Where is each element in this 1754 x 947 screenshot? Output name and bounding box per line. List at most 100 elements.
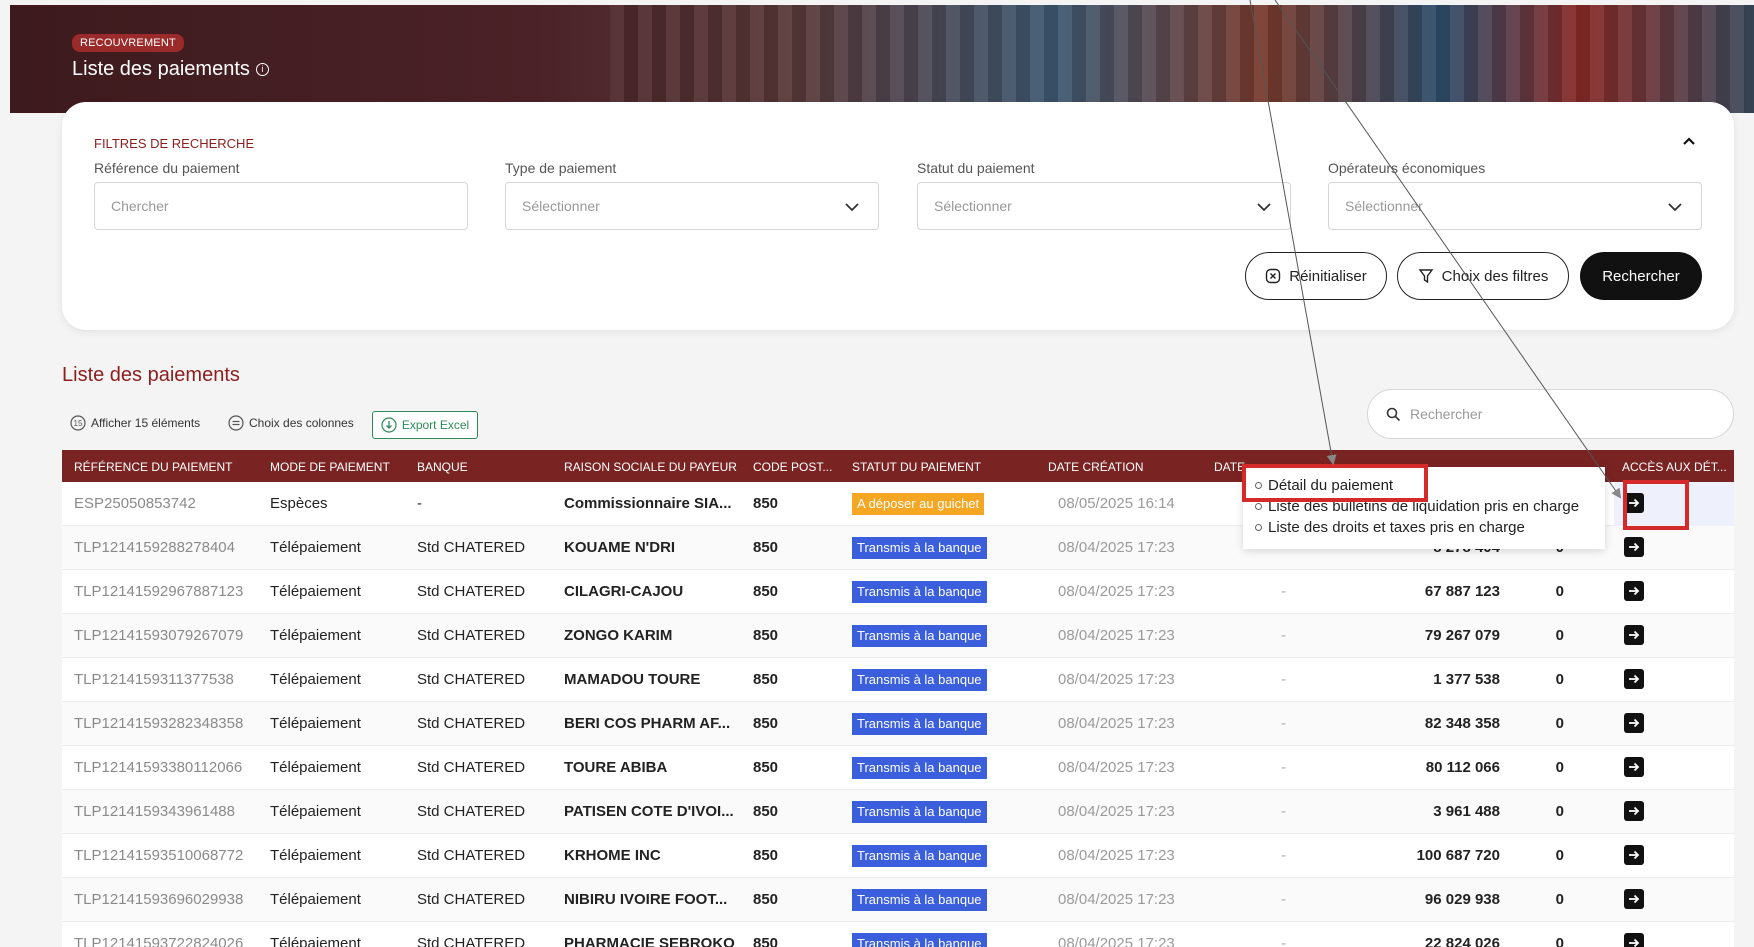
payment-reference: TLP12141593380112066: [74, 759, 243, 776]
payment-mode: Télépaiement: [270, 803, 361, 820]
column-header-payer[interactable]: RAISON SOCIALE DU PAYEUR: [564, 460, 737, 474]
column-header-mode[interactable]: MODE DE PAIEMENT: [270, 460, 390, 474]
open-details-button[interactable]: [1624, 537, 1644, 557]
payment-reference: TLP1214159343961488: [74, 803, 235, 820]
table-row[interactable]: TLP1214159343961488 Télépaiement Std CHATE…: [62, 790, 1734, 834]
payer-name: PHARMACIE SEBROKO: [564, 935, 735, 947]
table-body: ESP25050853742 Espèces - Commissionnaire SI…: [62, 482, 1734, 947]
payer-name: Commissionnaire SIA...: [564, 495, 732, 512]
amount: 96 029 938: [1424, 891, 1500, 908]
choose-columns-control[interactable]: Choix des colonnes: [228, 415, 354, 431]
show-items-label: Afficher 15 éléments: [91, 416, 201, 430]
column-header-bank[interactable]: BANQUE: [417, 460, 468, 474]
creation-date: 08/04/2025 17:23: [1058, 715, 1175, 732]
bullet-icon: [1255, 524, 1262, 531]
column-header-details-access[interactable]: ACCÈS AUX DÉT...: [1622, 460, 1727, 474]
table-row[interactable]: TLP1214159311377538 Télépaiement Std CHATE…: [62, 658, 1734, 702]
table-row[interactable]: TLP12141592967887123 Télépaiement Std CHAT…: [62, 570, 1734, 614]
amount: 80 112 066: [1425, 759, 1500, 776]
payment-reference: TLP1214159288278404: [74, 539, 235, 556]
search-icon: [1386, 407, 1401, 422]
table-row[interactable]: TLP12141593079267079 Télépaiement Std CHAT…: [62, 614, 1734, 658]
table-row[interactable]: TLP12141593722824026 Télépaiement Std CHAT…: [62, 922, 1734, 947]
column-header-status[interactable]: STATUT DU PAIEMENT: [852, 460, 981, 474]
open-details-button[interactable]: [1624, 845, 1644, 865]
economic-operators-select[interactable]: Sélectionner: [1328, 182, 1702, 230]
open-details-button[interactable]: [1624, 713, 1644, 733]
table-search-input[interactable]: Rechercher: [1367, 389, 1734, 439]
table-row[interactable]: TLP12141593380112066 Télépaiement Std CHAT…: [62, 746, 1734, 790]
table-row[interactable]: TLP12141593696029938 Télépaiement Std CHAT…: [62, 878, 1734, 922]
amount-secondary: 0: [1555, 671, 1564, 688]
status-badge: Transmis à la banque: [852, 889, 987, 911]
amount-secondary: 0: [1555, 891, 1564, 908]
open-details-button[interactable]: [1624, 625, 1644, 645]
creation-date: 08/04/2025 17:23: [1058, 891, 1175, 908]
payment-type-placeholder: Sélectionner: [522, 198, 600, 214]
creation-date: 08/04/2025 17:23: [1058, 671, 1175, 688]
payer-name: ZONGO KARIM: [564, 627, 673, 644]
open-details-button[interactable]: [1624, 933, 1644, 947]
chevron-up-icon[interactable]: [1682, 134, 1696, 148]
payment-type-select[interactable]: Sélectionner: [505, 182, 879, 230]
status-badge: Transmis à la banque: [852, 581, 987, 603]
date-value: -: [1281, 891, 1286, 908]
date-value: -: [1281, 627, 1286, 644]
economic-operators-placeholder: Sélectionner: [1345, 198, 1423, 214]
open-details-button[interactable]: [1624, 669, 1644, 689]
bank: Std CHATERED: [417, 759, 526, 776]
open-details-button[interactable]: [1624, 801, 1644, 821]
payment-mode: Télépaiement: [270, 583, 361, 600]
close-circle-icon: [1266, 268, 1281, 284]
payment-status-label: Statut du paiement: [917, 160, 1035, 176]
open-details-button[interactable]: [1624, 889, 1644, 909]
amount-secondary: 0: [1555, 935, 1564, 947]
open-details-button[interactable]: [1624, 581, 1644, 601]
page-title: Liste des paiements i: [72, 58, 269, 81]
open-details-button[interactable]: [1624, 757, 1644, 777]
show-items-control[interactable]: 15 Afficher 15 éléments: [70, 415, 200, 431]
column-header-postal-code[interactable]: CODE POST...: [753, 460, 832, 474]
list-title: Liste des paiements: [62, 364, 240, 386]
info-icon[interactable]: i: [255, 63, 269, 77]
payer-name: KOUAME N'DRI: [564, 539, 676, 556]
column-header-reference[interactable]: RÉFÉRENCE DU PAIEMENT: [74, 460, 232, 474]
status-badge: Transmis à la banque: [852, 669, 987, 691]
payment-reference-input[interactable]: Chercher: [94, 182, 468, 230]
amount-secondary: 0: [1555, 583, 1564, 600]
payment-status-select[interactable]: Sélectionner: [917, 182, 1291, 230]
payer-name: BERI COS PHARM AF...: [564, 715, 731, 732]
amount: 3 961 488: [1433, 803, 1500, 820]
search-button[interactable]: Rechercher: [1580, 252, 1702, 300]
payment-reference: TLP12141593510068772: [74, 847, 244, 864]
column-header-creation-date[interactable]: DATE CRÉATION: [1048, 460, 1144, 474]
status-badge: Transmis à la banque: [852, 537, 987, 559]
payment-reference: TLP12141592967887123: [74, 583, 244, 600]
date-value: -: [1281, 671, 1286, 688]
column-header-date[interactable]: DATE: [1214, 460, 1245, 474]
table-row[interactable]: TLP12141593510068772 Télépaiement Std CHAT…: [62, 834, 1734, 878]
highlight-details-button: [1623, 480, 1689, 530]
export-excel-button[interactable]: Export Excel: [372, 411, 478, 439]
page: RECOUVREMENT Liste des paiements i FILTRE…: [0, 0, 1754, 947]
amount: 100 687 720: [1416, 847, 1500, 864]
choose-filters-button[interactable]: Choix des filtres: [1397, 252, 1569, 300]
postal-code: 850: [753, 495, 779, 512]
postal-code: 850: [753, 627, 779, 644]
search-button-label: Rechercher: [1602, 267, 1680, 285]
date-value: -: [1281, 803, 1286, 820]
reset-button[interactable]: Réinitialiser: [1245, 252, 1387, 300]
table-row[interactable]: TLP12141593282348358 Télépaiement Std CHAT…: [62, 702, 1734, 746]
arrow-right-icon: [1629, 542, 1640, 552]
reset-label: Réinitialiser: [1289, 267, 1367, 285]
arrow-right-icon: [1629, 718, 1640, 728]
amount-secondary: 0: [1555, 627, 1564, 644]
postal-code: 850: [753, 671, 779, 688]
export-excel-label: Export Excel: [401, 418, 470, 432]
header-banner: RECOUVREMENT Liste des paiements i: [10, 5, 1754, 113]
arrow-right-icon: [1629, 674, 1640, 684]
postal-code: 850: [753, 715, 779, 732]
bank: Std CHATERED: [417, 847, 526, 864]
menu-item-duties-taxes[interactable]: Liste des droits et taxes pris en charge: [1255, 519, 1525, 536]
payment-mode: Espèces: [270, 495, 328, 512]
